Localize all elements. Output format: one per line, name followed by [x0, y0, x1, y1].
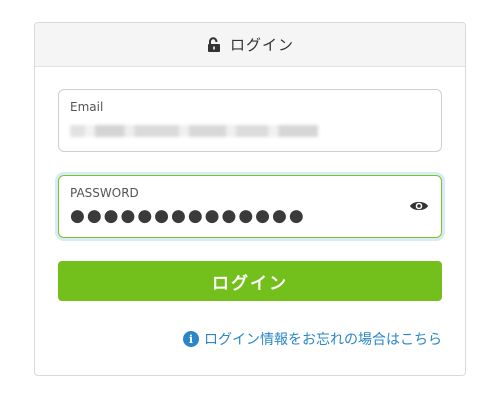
email-blurred-text — [70, 125, 318, 137]
lock-open-icon — [206, 36, 222, 53]
email-value[interactable] — [70, 120, 318, 140]
login-card: ログイン Email PASSWORD ●●●●●●●●●●●●●● ログイン … — [34, 22, 466, 376]
forgot-login-label: ログイン情報をお忘れの場合はこちら — [204, 332, 442, 348]
email-label: Email — [70, 100, 104, 114]
password-field[interactable]: PASSWORD ●●●●●●●●●●●●●● — [58, 175, 442, 238]
page-title: ログイン — [229, 36, 294, 54]
password-label: PASSWORD — [70, 186, 139, 200]
forgot-login-link[interactable]: i ログイン情報をお忘れの場合はこちら — [183, 329, 442, 349]
card-header: ログイン — [35, 23, 465, 67]
email-field[interactable]: Email — [58, 89, 442, 152]
info-icon: i — [183, 331, 199, 347]
login-button[interactable]: ログイン — [58, 261, 442, 301]
eye-icon[interactable] — [409, 198, 429, 214]
password-value[interactable]: ●●●●●●●●●●●●●● — [70, 206, 306, 226]
